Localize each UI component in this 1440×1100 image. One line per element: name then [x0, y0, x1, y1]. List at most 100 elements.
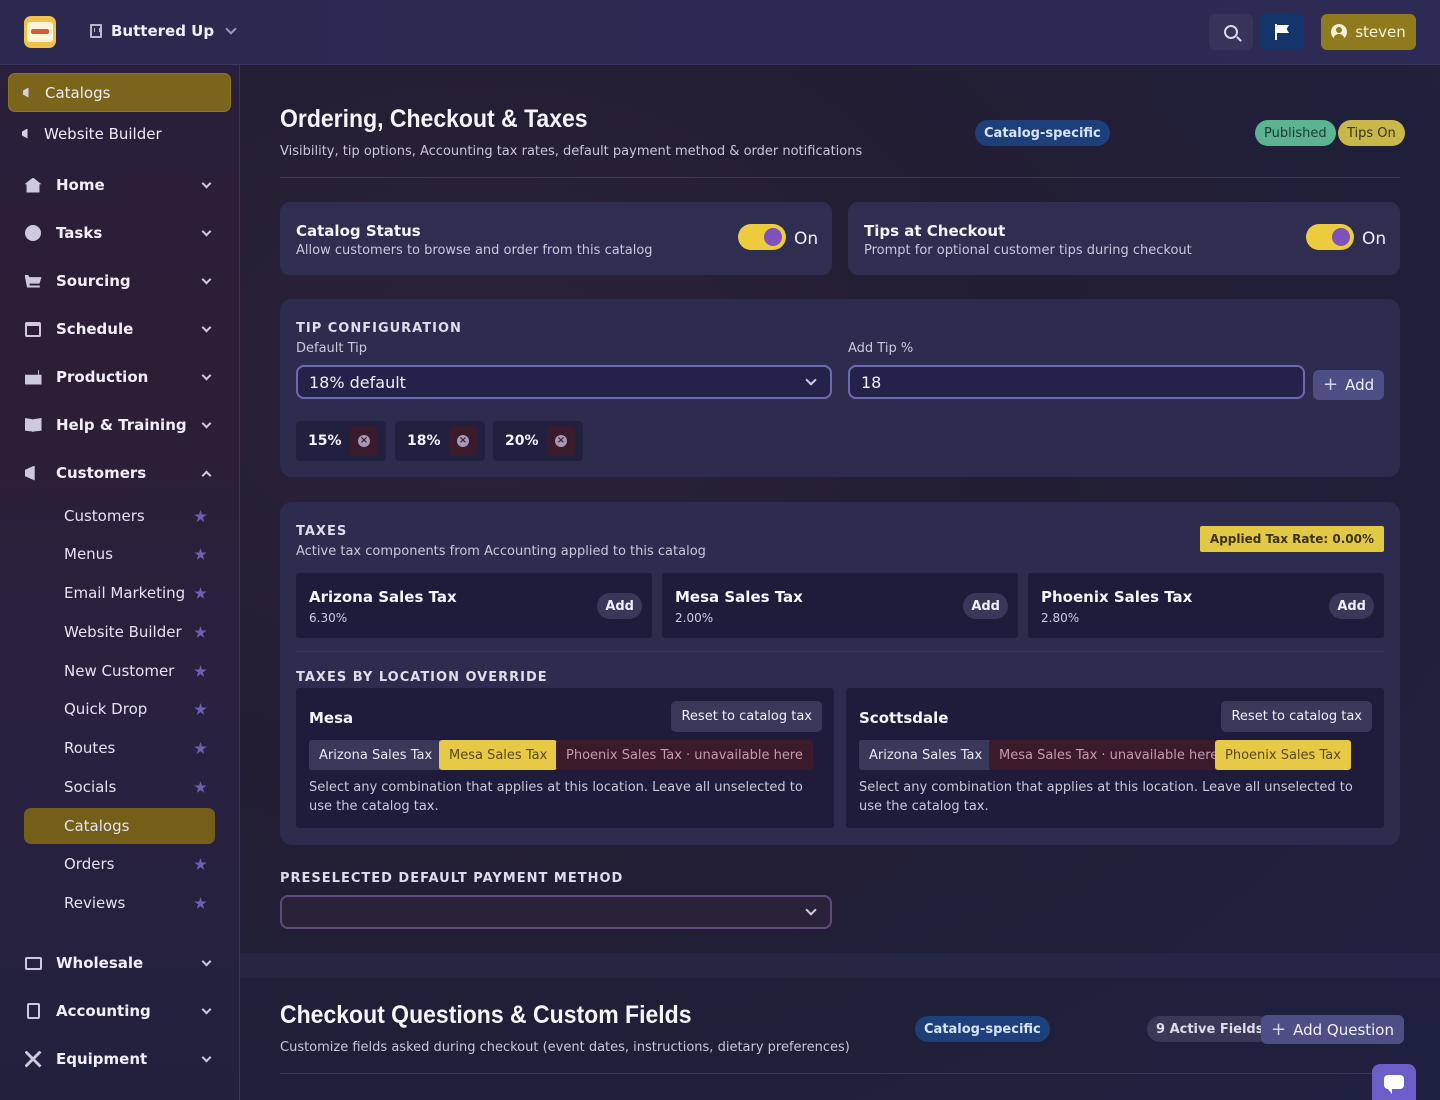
taxes-subtitle: Active tax components from Accounting ap…	[296, 544, 706, 559]
remove-tip-button[interactable]: ×	[547, 426, 575, 456]
sidebar-item-new-customer[interactable]: New Customer	[24, 653, 215, 689]
user-menu-button[interactable]: steven	[1321, 14, 1416, 50]
chevron-down-icon	[201, 370, 212, 380]
tip-configuration-heading: TIP CONFIGURATION	[296, 321, 462, 336]
catalog-status-toggle-label: On	[794, 229, 819, 249]
add-question-button[interactable]: + Add Question	[1261, 1015, 1404, 1044]
default-tip-label: Default Tip	[296, 341, 368, 356]
chevron-down-icon	[201, 322, 212, 332]
sidebar-item-label: New Customer	[64, 662, 175, 680]
tax-chip-unavailable: Mesa Sales Tax · unavailable here	[989, 740, 1229, 770]
sidebar-pinned-website-builder[interactable]: Website Builder	[8, 114, 231, 153]
payment-method-select[interactable]	[280, 895, 832, 929]
published-badge: Published	[1255, 120, 1336, 146]
sidebar-section-help-training[interactable]: Help & Training	[24, 410, 216, 440]
tips-at-checkout-toggle[interactable]	[1306, 224, 1354, 250]
location-override-card-mesa: Mesa Reset to catalog tax Arizona Sales …	[296, 688, 834, 828]
search-button[interactable]	[1209, 14, 1253, 50]
star-icon[interactable]	[194, 858, 207, 870]
sidebar-item-orders[interactable]: Orders	[24, 846, 215, 882]
chevron-down-icon	[805, 374, 817, 386]
remove-tip-button[interactable]: ×	[350, 426, 378, 456]
tip-option-label: 18%	[407, 433, 441, 449]
building-icon	[90, 24, 102, 38]
sidebar-item-reviews[interactable]: Reviews	[24, 885, 215, 921]
sidebar-section-home[interactable]: Home	[24, 170, 216, 200]
brand-logo[interactable]	[24, 16, 56, 48]
sidebar-item-routes[interactable]: Routes	[24, 730, 215, 766]
sidebar-item-email-marketing[interactable]: Email Marketing	[24, 575, 215, 611]
tax-component-card: Phoenix Sales Tax 2.80% Add	[1028, 573, 1384, 638]
add-tax-button[interactable]: Add	[963, 593, 1008, 619]
tip-configuration-panel: TIP CONFIGURATION Default Tip 18% defaul…	[280, 299, 1400, 477]
tax-chip[interactable]: Arizona Sales Tax	[859, 740, 993, 770]
sidebar-section-schedule[interactable]: Schedule	[24, 314, 216, 344]
section-title: Ordering, Checkout & Taxes	[280, 105, 588, 133]
sidebar-item-label: Quick Drop	[64, 700, 148, 718]
star-icon[interactable]	[194, 703, 207, 715]
sidebar-section-accounting[interactable]: Accounting	[24, 996, 216, 1026]
sidebar-item-quick-drop[interactable]: Quick Drop	[24, 691, 215, 727]
star-icon[interactable]	[194, 548, 207, 560]
chat-button[interactable]	[1372, 1064, 1416, 1100]
sidebar-section-production[interactable]: Production	[24, 362, 216, 392]
tax-chip-selected[interactable]: Phoenix Sales Tax	[1215, 740, 1351, 770]
tax-chip-unavailable: Phoenix Sales Tax · unavailable here	[556, 740, 813, 770]
add-tip-input[interactable]: 18	[848, 365, 1305, 399]
star-icon[interactable]	[194, 897, 207, 909]
add-tip-button[interactable]: + Add	[1313, 370, 1385, 400]
add-tax-button[interactable]: Add	[597, 593, 642, 619]
reset-to-catalog-tax-button[interactable]: Reset to catalog tax	[671, 701, 822, 732]
sidebar-item-customers[interactable]: Customers	[24, 498, 215, 534]
location-override-card-scottsdale: Scottsdale Reset to catalog tax Arizona …	[846, 688, 1384, 828]
checkout-questions-scope-badge: Catalog-specific	[915, 1016, 1050, 1042]
check-circle-icon	[24, 224, 42, 242]
tax-chip-selected[interactable]: Mesa Sales Tax	[439, 740, 558, 770]
checkout-questions-subtitle: Customize fields asked during checkout (…	[280, 1040, 850, 1055]
chevron-down-icon	[201, 956, 212, 966]
sidebar-section-label: Equipment	[56, 1050, 148, 1068]
sidebar-section-customers[interactable]: Customers	[24, 458, 216, 488]
default-tip-select[interactable]: 18% default	[296, 365, 832, 399]
applied-tax-rate-badge: Applied Tax Rate: 0.00%	[1199, 526, 1384, 552]
divider	[280, 177, 1400, 178]
megaphone-icon	[23, 87, 29, 98]
star-icon[interactable]	[194, 665, 207, 677]
sidebar-item-label: Routes	[64, 739, 116, 757]
remove-tip-button[interactable]: ×	[449, 426, 477, 456]
flag-button[interactable]	[1260, 14, 1304, 50]
sidebar-section-equipment[interactable]: Equipment	[24, 1044, 216, 1074]
megaphone-icon	[22, 128, 28, 139]
star-icon[interactable]	[194, 510, 207, 522]
tips-at-checkout-title: Tips at Checkout	[864, 222, 1006, 240]
section-subtitle: Visibility, tip options, Accounting tax …	[280, 144, 863, 159]
main-content: Ordering, Checkout & Taxes Visibility, t…	[240, 65, 1440, 1100]
sidebar-item-catalogs[interactable]: Catalogs	[24, 808, 215, 844]
home-icon	[24, 176, 42, 194]
star-icon[interactable]	[194, 587, 207, 599]
taxes-heading: TAXES	[296, 524, 348, 539]
book-icon	[24, 416, 42, 434]
sidebar: Catalogs Website Builder Home Tasks Sour…	[0, 65, 240, 1100]
cart-icon	[24, 272, 42, 290]
sidebar-item-menus[interactable]: Menus	[24, 536, 215, 572]
active-fields-badge: 9 Active Fields	[1147, 1016, 1273, 1042]
star-icon[interactable]	[194, 781, 207, 793]
reset-to-catalog-tax-button[interactable]: Reset to catalog tax	[1221, 701, 1372, 732]
tax-chip[interactable]: Arizona Sales Tax	[309, 740, 443, 770]
sidebar-item-socials[interactable]: Socials	[24, 769, 215, 805]
star-icon[interactable]	[194, 626, 207, 638]
add-tax-button[interactable]: Add	[1329, 593, 1374, 619]
megaphone-icon	[24, 464, 42, 482]
sidebar-item-website-builder[interactable]: Website Builder	[24, 614, 215, 650]
catalog-status-toggle[interactable]	[738, 224, 786, 250]
star-icon[interactable]	[194, 742, 207, 754]
catalog-status-description: Allow customers to browse and order from…	[296, 243, 653, 258]
sidebar-section-tasks[interactable]: Tasks	[24, 218, 216, 248]
user-circle-icon	[1331, 24, 1348, 40]
sidebar-pinned-catalogs[interactable]: Catalogs	[8, 73, 231, 112]
tax-component-rate: 6.30%	[309, 611, 348, 625]
sidebar-section-wholesale[interactable]: Wholesale	[24, 948, 216, 978]
sidebar-section-sourcing[interactable]: Sourcing	[24, 266, 216, 296]
org-switcher[interactable]: Buttered Up	[90, 22, 237, 40]
